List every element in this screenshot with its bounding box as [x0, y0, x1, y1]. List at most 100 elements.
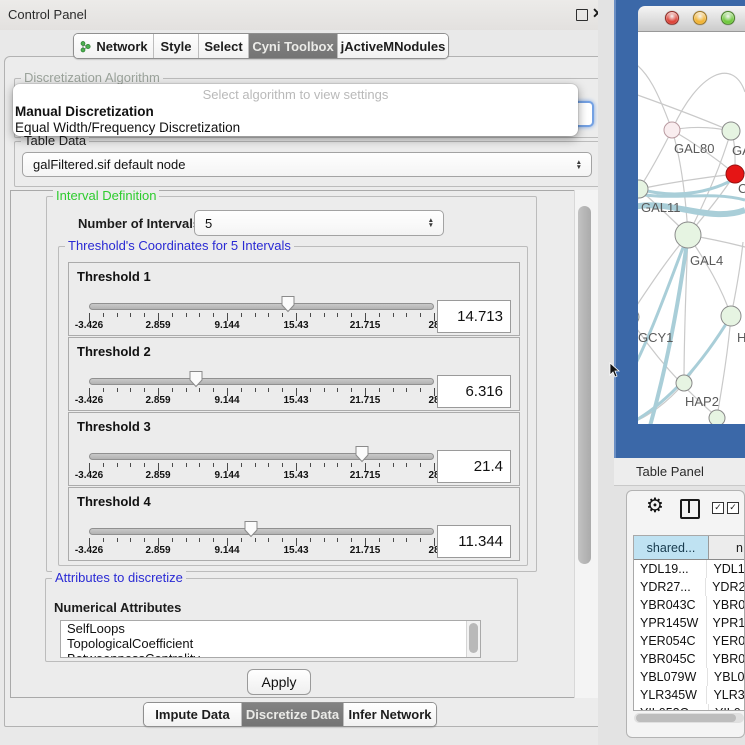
number-of-intervals-combobox[interactable]: 5 ▲▼ [194, 210, 444, 236]
table-row[interactable]: YDL19...YDL1 [634, 560, 744, 578]
cell-shared-name[interactable]: YER054C [634, 632, 707, 650]
cell-name[interactable]: YLR3 [707, 686, 744, 704]
threshold-slider-thumb[interactable] [243, 520, 259, 538]
network-node[interactable] [675, 222, 701, 248]
network-window-titlebar[interactable] [638, 6, 745, 32]
highlighted-edge[interactable] [638, 235, 688, 377]
threshold-value-field[interactable]: 6.316 [437, 375, 511, 408]
cell-shared-name[interactable]: YDR27... [634, 578, 706, 596]
table-hscrollbar-track[interactable] [634, 713, 744, 723]
apply-button[interactable]: Apply [247, 669, 311, 695]
column-header-name[interactable]: n [709, 536, 744, 559]
threshold-slider-track[interactable] [89, 528, 434, 535]
cell-shared-name[interactable]: YLR345W [634, 686, 707, 704]
zoom-traffic-light[interactable] [721, 11, 735, 25]
close-traffic-light[interactable] [665, 11, 679, 25]
threshold-slider-thumb[interactable] [188, 370, 204, 388]
cell-shared-name[interactable]: YBR043C [634, 596, 707, 614]
cell-name[interactable]: YIL0 [709, 704, 741, 711]
tab-style[interactable]: Style [154, 34, 199, 58]
edge[interactable] [688, 235, 731, 316]
network-node[interactable] [676, 375, 692, 391]
edge[interactable] [638, 62, 672, 130]
threshold-value-field[interactable]: 14.713 [437, 300, 511, 333]
table-row[interactable]: YDR27...YDR2 [634, 578, 744, 596]
column-header-shared-name[interactable]: shared... [634, 536, 709, 559]
tab-cyni-toolbox[interactable]: Cyni Toolbox [249, 34, 338, 58]
cell-shared-name[interactable]: YBR045C [634, 650, 707, 668]
threshold-slider-track[interactable] [89, 453, 434, 460]
float-window-icon[interactable] [576, 9, 588, 21]
table-hscrollbar-thumb[interactable] [636, 714, 736, 722]
edge[interactable] [731, 242, 743, 316]
table-row[interactable]: YER054CYER0 [634, 632, 744, 650]
attribute-item[interactable]: TopologicalCoefficient [61, 636, 480, 651]
network-node[interactable] [638, 309, 639, 325]
table-header-row: shared... n [634, 536, 744, 560]
threshold-label: Threshold 3 [77, 419, 151, 434]
table-data-value: galFiltered.sif default node [33, 157, 185, 172]
numerical-attributes-list[interactable]: SelfLoopsTopologicalCoefficientBetweenne… [60, 620, 481, 658]
cell-name[interactable]: YBL0 [708, 668, 744, 686]
table-row[interactable]: YBR045CYBR0 [634, 650, 744, 668]
cell-name[interactable]: YDR2 [706, 578, 744, 596]
threshold-value-field[interactable]: 21.4 [437, 450, 511, 483]
table-row[interactable]: YIL052CYIL0 [634, 704, 744, 711]
network-node[interactable] [722, 122, 740, 140]
table-data-combobox[interactable]: galFiltered.sif default node ▲▼ [22, 152, 592, 177]
threshold-slider-track[interactable] [89, 303, 434, 310]
algorithm-option-equal-width-frequency-discretization[interactable]: Equal Width/Frequency Discretization [13, 120, 578, 136]
tab-select[interactable]: Select [199, 34, 249, 58]
network-graph: GAL80GACGAL11GAL4GCY1HHAP2 [638, 32, 745, 424]
minimize-traffic-light[interactable] [693, 11, 707, 25]
bottom-tab-infer-network[interactable]: Infer Network [344, 703, 436, 726]
node-label: GAL11 [641, 200, 681, 215]
cell-shared-name[interactable]: YBL079W [634, 668, 708, 686]
table-row[interactable]: YLR345WYLR3 [634, 686, 744, 704]
edge[interactable] [638, 92, 731, 131]
edge[interactable] [639, 130, 672, 189]
network-node[interactable] [709, 410, 725, 424]
cell-name[interactable]: YER0 [707, 632, 744, 650]
threshold-slider-thumb[interactable] [280, 295, 296, 313]
table-row[interactable]: YBL079WYBL0 [634, 668, 744, 686]
cell-name[interactable]: YBR0 [707, 596, 744, 614]
network-icon [79, 40, 91, 53]
threshold-slider-thumb[interactable] [354, 445, 370, 463]
interval-definition-title: Interval Definition [53, 189, 159, 203]
table-row[interactable]: YBR043CYBR0 [634, 596, 744, 614]
checkbox-icon[interactable]: ✓ [727, 502, 739, 514]
table-row[interactable]: YPR145WYPR1 [634, 614, 744, 632]
threshold-slider-track[interactable] [89, 378, 434, 385]
attribute-item[interactable]: SelfLoops [61, 621, 480, 636]
checkbox-icon[interactable]: ✓ [712, 502, 724, 514]
algorithm-dropdown-popup: Select algorithm to view settings Manual… [13, 84, 578, 136]
threshold-value-field[interactable]: 11.344 [437, 525, 511, 558]
tab-jactivemnodules[interactable]: jActiveMNodules [338, 34, 448, 58]
attribute-item[interactable]: BetweennessCentrality [61, 651, 480, 658]
cell-shared-name[interactable]: YIL052C [634, 704, 709, 711]
top-tab-bar: NetworkStyleSelectCyni ToolboxjActiveMNo… [73, 33, 449, 59]
bottom-tab-discretize-data[interactable]: Discretize Data [242, 703, 344, 726]
vertical-scrollbar-thumb[interactable] [578, 206, 591, 564]
gear-icon[interactable]: ⚙ [646, 496, 664, 516]
cell-shared-name[interactable]: YDL19... [634, 560, 707, 578]
cell-shared-name[interactable]: YPR145W [634, 614, 707, 632]
algorithm-option-manual-discretization[interactable]: Manual Discretization [13, 104, 578, 120]
attributes-scrollbar-track[interactable] [466, 621, 480, 657]
node-label: GCY1 [638, 330, 673, 345]
cell-name[interactable]: YDL1 [707, 560, 744, 578]
network-node[interactable] [664, 122, 680, 138]
threshold-label: Threshold 1 [77, 269, 151, 284]
tab-network[interactable]: Network [74, 34, 154, 58]
network-view-canvas[interactable]: GAL80GACGAL11GAL4GCY1HHAP2 [638, 32, 745, 424]
cell-name[interactable]: YBR0 [707, 650, 744, 668]
cell-name[interactable]: YPR1 [707, 614, 744, 632]
edge[interactable] [717, 316, 731, 417]
discretization-algorithm-title: Discretization Algorithm [21, 71, 163, 85]
bottom-tab-impute-data[interactable]: Impute Data [144, 703, 242, 726]
attributes-scrollbar-thumb[interactable] [469, 623, 478, 653]
columns-icon[interactable] [680, 499, 700, 519]
threshold-label: Threshold 2 [77, 344, 151, 359]
network-node[interactable] [721, 306, 741, 326]
